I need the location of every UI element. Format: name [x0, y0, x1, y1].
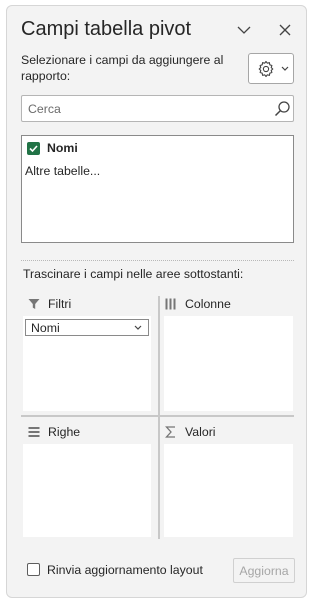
area-horizontal-divider — [21, 415, 294, 417]
field-checkbox[interactable] — [27, 141, 40, 155]
sigma-icon — [164, 425, 178, 439]
defer-update-checkbox[interactable] — [27, 563, 40, 576]
filters-drop-area[interactable]: Nomi — [23, 316, 151, 411]
field-list: Nomi Altre tabelle... — [21, 135, 294, 243]
chevron-down-icon — [237, 26, 251, 34]
defer-update-label[interactable]: Rinvia aggiornamento layout — [47, 563, 203, 577]
pivot-table-fields-pane: Campi tabella pivot Selezionare i campi … — [6, 5, 307, 598]
columns-area-header: Colonne — [164, 297, 231, 311]
values-area-label: Valori — [185, 425, 216, 439]
rows-area-label: Righe — [48, 425, 81, 439]
area-vertical-divider — [158, 296, 160, 539]
values-drop-area[interactable] — [164, 444, 293, 537]
filters-area-header: Filtri — [27, 297, 71, 311]
pane-title: Campi tabella pivot — [21, 18, 192, 40]
choose-fields-instructions: Selezionare i campi da aggiungere al rap… — [21, 53, 224, 83]
columns-area-label: Colonne — [185, 297, 231, 311]
filter-field-label: Nomi — [31, 320, 60, 335]
chevron-down-icon — [281, 66, 289, 71]
columns-icon — [164, 297, 178, 311]
rows-drop-area[interactable] — [23, 444, 151, 537]
field-label: Nomi — [47, 141, 78, 155]
close-pane-button[interactable] — [275, 20, 295, 40]
checkmark-icon — [29, 144, 38, 152]
rows-icon — [27, 425, 41, 439]
filter-field-nomi[interactable]: Nomi — [25, 319, 149, 336]
chevron-down-icon — [134, 325, 142, 330]
search-input[interactable] — [22, 96, 268, 121]
drag-fields-hint: Trascinare i campi nelle aree sottostant… — [23, 267, 244, 281]
more-tables-link[interactable]: Altre tabelle... — [25, 164, 100, 178]
columns-drop-area[interactable] — [164, 316, 293, 411]
splitter[interactable] — [21, 260, 294, 261]
values-area-header: Valori — [164, 425, 216, 439]
collapse-pane-button[interactable] — [234, 20, 254, 40]
search-icon[interactable] — [274, 100, 291, 117]
search-box — [21, 95, 294, 122]
gear-icon — [258, 60, 274, 78]
tools-dropdown-button[interactable] — [248, 53, 294, 84]
filters-area-label: Filtri — [48, 297, 72, 311]
close-icon — [279, 24, 291, 36]
update-button[interactable]: Aggiorna — [233, 558, 295, 583]
filter-icon — [27, 297, 41, 311]
rows-area-header: Righe — [27, 425, 80, 439]
field-item-nomi[interactable]: Nomi — [27, 140, 78, 156]
